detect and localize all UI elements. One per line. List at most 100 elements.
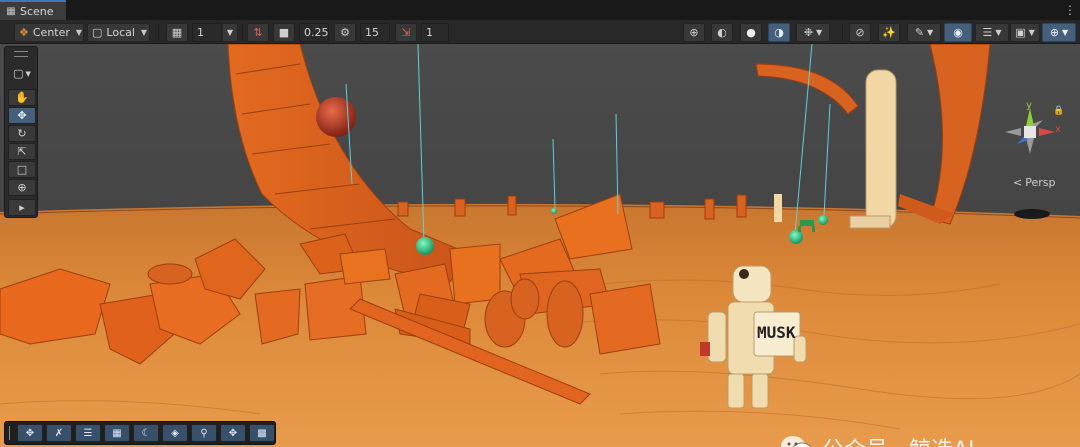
scale-snap-icon: ■ bbox=[278, 25, 290, 39]
move-snap-field[interactable]: 0.25 bbox=[299, 22, 329, 42]
chevron-down-icon: ▼ bbox=[1062, 27, 1069, 37]
scale-snap-button[interactable]: ■ bbox=[273, 22, 295, 42]
transform-icon: ⊕ bbox=[17, 181, 27, 194]
toolbar-divider bbox=[842, 24, 843, 40]
move-arrows-icon: ✥ bbox=[25, 427, 35, 439]
gizmo-x-label: x bbox=[1055, 124, 1061, 135]
lock-icon[interactable]: 🔒 bbox=[1053, 106, 1064, 116]
draw-shaded-wireframe-button[interactable]: ◐ bbox=[711, 22, 733, 42]
local-cube-icon: ▢ bbox=[92, 25, 103, 39]
pivot-center-icon: ❖ bbox=[19, 25, 29, 39]
custom-tool-icon: ▸ bbox=[19, 201, 25, 214]
tools-overlay-panel: ▢ ▼ ✋ ✥ ↻ ⇱ □ ⊕ ▸ bbox=[4, 46, 38, 218]
draw-wireframe-button[interactable]: ⊕ bbox=[683, 22, 705, 42]
moon-icon: ☾ bbox=[141, 427, 151, 439]
bottom-compass-button[interactable]: ✗ bbox=[46, 424, 72, 442]
rotate-tool-button[interactable]: ↻ bbox=[8, 125, 36, 142]
shaded-sphere-icon: ◑ bbox=[774, 25, 784, 39]
rect-tool-button[interactable]: □ bbox=[8, 161, 36, 178]
lighting-toggle-button[interactable]: ✨ bbox=[878, 22, 900, 42]
tab-scene[interactable]: ▦ Scene bbox=[0, 0, 66, 20]
wechat-logo-icon bbox=[781, 436, 812, 447]
scale-snap-field[interactable]: 1 bbox=[421, 22, 449, 42]
grid-size-field[interactable]: 1 bbox=[192, 22, 222, 42]
chevron-down-icon: ▼ bbox=[995, 27, 1002, 37]
scene-visibility-button[interactable]: ◉ bbox=[944, 22, 972, 42]
rotate-snap-button[interactable]: ⚙ bbox=[334, 22, 356, 42]
scene-toolbar: ❖ Center ▼ ▢ Local ▼ ▦ 1 ▼ ⇅ ■ 0.25 ⚙ 15… bbox=[0, 20, 1080, 44]
rotate-snap-icon: ⚙ bbox=[340, 25, 350, 39]
rotate-snap-field[interactable]: 15 bbox=[360, 22, 390, 42]
chevron-down-icon: ▼ bbox=[226, 27, 234, 37]
unlit-sphere-icon: ● bbox=[746, 25, 756, 39]
toolbar-divider bbox=[242, 24, 243, 40]
more-options-icon[interactable]: ⋮ bbox=[1064, 2, 1076, 18]
scale-icon: ⇱ bbox=[17, 145, 27, 158]
pivot-mode-dropdown[interactable]: ❖ Center ▼ bbox=[14, 22, 84, 42]
chevron-down-icon: ▼ bbox=[25, 69, 31, 78]
grid-axis-dropdown[interactable]: ▼ bbox=[222, 22, 238, 42]
watermark: 公众号 · 鲸选AI bbox=[780, 432, 975, 447]
chevron-down-icon: ▼ bbox=[1028, 27, 1035, 37]
bottom-search-button[interactable]: ⚲ bbox=[191, 424, 217, 442]
increment-snap-button[interactable]: ⇲ bbox=[395, 22, 417, 42]
rect-icon: □ bbox=[16, 163, 28, 176]
draw-unlit-button[interactable]: ● bbox=[740, 22, 762, 42]
bottom-moon-button[interactable]: ☾ bbox=[133, 424, 159, 442]
pivot-rotation-label: Local bbox=[106, 25, 135, 39]
pivot-mode-label: Center bbox=[32, 25, 70, 39]
panel-grip-icon[interactable] bbox=[9, 426, 12, 440]
layers-icon: ☰ bbox=[982, 25, 993, 39]
bottom-grid-button[interactable]: ▦ bbox=[104, 424, 130, 442]
chevron-down-icon: ▼ bbox=[140, 27, 148, 37]
move-snap-icon: ⇅ bbox=[253, 25, 263, 39]
grid-snap-button[interactable]: ▦ bbox=[166, 22, 188, 42]
2d-toggle-icon: ⊘ bbox=[855, 25, 865, 39]
bug-icon: ❉ bbox=[803, 25, 814, 39]
bottom-move-button[interactable]: ✥ bbox=[17, 424, 43, 442]
projection-label: Persp bbox=[1025, 176, 1056, 189]
gizmo-globe-icon: ⊕ bbox=[1049, 25, 1060, 39]
bottom-pan-button[interactable]: ✥ bbox=[220, 424, 246, 442]
panel-grip-icon[interactable] bbox=[14, 51, 28, 57]
scene-viewport[interactable]: MUSK y x 🔒 < Persp 公众号 · 鲸选AI bbox=[0, 44, 1080, 447]
debug-draw-dropdown[interactable]: ❉ ▼ bbox=[796, 22, 830, 42]
layers-dropdown[interactable]: ☰ ▼ bbox=[975, 22, 1009, 42]
transform-tool-button[interactable]: ⊕ bbox=[8, 179, 36, 196]
perspective-icon: < bbox=[1013, 176, 1023, 189]
view-tool-button[interactable]: ✋ bbox=[8, 89, 36, 106]
camera-icon: ▣ bbox=[1015, 25, 1026, 39]
sliders-icon: ☰ bbox=[83, 427, 93, 439]
pivot-rotation-dropdown[interactable]: ▢ Local ▼ bbox=[87, 22, 150, 42]
effects-dropdown[interactable]: ✎ ▼ bbox=[907, 22, 941, 42]
custom-tool-button[interactable]: ▸ bbox=[8, 199, 36, 216]
scene-orientation-gizmo[interactable]: y x 🔒 < Persp bbox=[995, 100, 1070, 197]
move-snap-value: 0.25 bbox=[304, 25, 329, 39]
camera-settings-dropdown[interactable]: ▣ ▼ bbox=[1010, 22, 1040, 42]
tool-settings-dropdown[interactable]: ▢ ▼ bbox=[8, 65, 36, 82]
projection-toggle[interactable]: < Persp bbox=[1013, 176, 1055, 189]
compass-icon: ✗ bbox=[54, 427, 64, 439]
tab-scene-label: Scene bbox=[20, 4, 54, 18]
chevron-down-icon: ▼ bbox=[75, 27, 83, 37]
move-arrows-icon: ✥ bbox=[17, 109, 27, 122]
scale-tool-button[interactable]: ⇱ bbox=[8, 143, 36, 160]
robot-label: MUSK bbox=[757, 323, 796, 342]
bottom-plane-button[interactable]: ◈ bbox=[162, 424, 188, 442]
tab-bar: ▦ Scene ⋮ bbox=[0, 0, 1080, 20]
bottom-sliders-button[interactable]: ☰ bbox=[75, 424, 101, 442]
rotate-icon: ↻ bbox=[17, 127, 27, 140]
scene-render: MUSK bbox=[0, 44, 1080, 447]
gizmos-dropdown[interactable]: ⊕ ▼ bbox=[1042, 22, 1076, 42]
bottom-screen-button[interactable]: ▩ bbox=[249, 424, 275, 442]
scale-snap-value: 1 bbox=[426, 25, 433, 39]
draw-shaded-button[interactable]: ◑ bbox=[768, 22, 790, 42]
eye-icon: ◉ bbox=[953, 25, 963, 39]
toggle-2d-button[interactable]: ⊘ bbox=[849, 22, 871, 42]
effects-wand-icon: ✎ bbox=[914, 25, 925, 39]
grid-icon: ▦ bbox=[112, 427, 122, 439]
move-snap-button[interactable]: ⇅ bbox=[247, 22, 269, 42]
grid-size-value: 1 bbox=[197, 25, 204, 39]
grid-snap-icon: ▦ bbox=[171, 25, 183, 39]
move-tool-button[interactable]: ✥ bbox=[8, 107, 36, 124]
